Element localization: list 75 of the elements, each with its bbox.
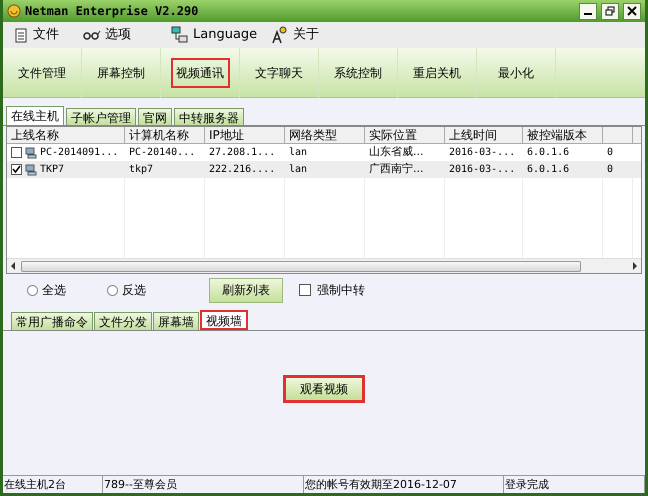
table-cell-text: 27.208.1... bbox=[209, 146, 276, 160]
status-text: 789--至尊会员 bbox=[103, 476, 304, 493]
tab[interactable]: 中转服务器 bbox=[174, 108, 244, 125]
column-header[interactable]: 网络类型 bbox=[285, 127, 365, 143]
menu-item[interactable]: Language bbox=[167, 25, 267, 45]
column-header[interactable]: 计算机名称 bbox=[125, 127, 205, 143]
app-icon bbox=[7, 4, 21, 18]
column-header[interactable]: 被控端版本 bbox=[523, 127, 603, 143]
scroll-left-icon[interactable] bbox=[9, 262, 17, 270]
maximize-icon bbox=[605, 6, 615, 16]
toolbar-button[interactable]: 最小化 bbox=[477, 48, 556, 98]
column-header[interactable]: 上线时间 bbox=[445, 127, 523, 143]
table-cell-text: 2016-03-... bbox=[449, 146, 516, 160]
tab[interactable]: 官网 bbox=[138, 108, 172, 125]
column-header[interactable]: 上线名称 bbox=[7, 127, 125, 143]
tab[interactable]: 视频墙 bbox=[200, 310, 248, 330]
toolbar-button[interactable]: 视频通讯 bbox=[161, 48, 240, 98]
status-text: 登录完成 bbox=[504, 476, 645, 493]
force-relay-option[interactable]: 强制中转 bbox=[299, 281, 365, 299]
status-text: 您的帐号有效期至2016-12-07 bbox=[304, 476, 504, 493]
toolbar-button[interactable]: 屏幕控制 bbox=[82, 48, 161, 98]
table-row[interactable]: TKP7 tkp7 222.216.... lan 广西南宁... 2016-03-... 6.0.1.6 0 bbox=[7, 161, 641, 178]
computer-icon bbox=[25, 146, 37, 158]
tab[interactable]: 子帐户管理 bbox=[66, 108, 136, 125]
scroll-right-icon[interactable] bbox=[631, 262, 639, 270]
checkbox[interactable] bbox=[299, 284, 311, 296]
table-cell-text: PC-20140... bbox=[129, 146, 196, 160]
table-cell-text: lan bbox=[289, 163, 308, 177]
radio-button[interactable] bbox=[27, 284, 38, 296]
watch-video-button[interactable]: 观看视频 bbox=[283, 375, 365, 403]
table-cell-text: 222.216.... bbox=[209, 163, 276, 177]
tab[interactable]: 屏幕墙 bbox=[153, 312, 199, 330]
checkbox[interactable] bbox=[11, 147, 22, 158]
checkbox[interactable] bbox=[11, 164, 22, 175]
radio-option[interactable]: 全选 bbox=[27, 281, 107, 299]
table-cell-text: 山东省威... bbox=[369, 144, 424, 160]
refresh-button[interactable]: 刷新列表 bbox=[209, 278, 283, 302]
column-header[interactable]: 实际位置 bbox=[365, 127, 445, 143]
table-cell-text: 6.0.1.6 bbox=[527, 146, 570, 160]
column-header[interactable]: IP地址 bbox=[205, 127, 285, 143]
toolbar-button[interactable]: 系统控制 bbox=[319, 48, 398, 98]
table-cell-text: lan bbox=[289, 146, 308, 160]
document-icon bbox=[13, 27, 29, 43]
tab[interactable]: 在线主机 bbox=[6, 106, 64, 125]
table-cell-text: 2016-03-... bbox=[449, 163, 516, 177]
radio-button[interactable] bbox=[107, 284, 118, 296]
table-cell-text: TKP7 bbox=[40, 163, 64, 177]
minimize-button[interactable] bbox=[579, 2, 597, 20]
scrollbar-thumb[interactable] bbox=[21, 260, 581, 272]
menu-item[interactable]: 文件 bbox=[9, 25, 79, 45]
computer-icon bbox=[25, 164, 37, 176]
table-cell-text: 广西南宁... bbox=[369, 161, 424, 178]
tab[interactable]: 常用广播命令 bbox=[11, 312, 93, 330]
window-title: Netman Enterprise V2.290 bbox=[25, 3, 200, 20]
minimize-icon bbox=[584, 13, 592, 15]
font-icon bbox=[271, 26, 289, 44]
menu-item[interactable]: 选项 bbox=[79, 25, 167, 45]
toolbar-button[interactable]: 文件管理 bbox=[3, 48, 82, 98]
table-cell-text: 0 bbox=[607, 146, 614, 160]
table-cell-text: 6.0.1.6 bbox=[527, 163, 570, 177]
menu-item[interactable]: 关于 bbox=[267, 25, 347, 45]
close-icon bbox=[627, 6, 637, 16]
maximize-button[interactable] bbox=[601, 2, 619, 20]
status-text: 在线主机2台 bbox=[3, 476, 103, 493]
toolbar-button[interactable]: 文字聊天 bbox=[240, 48, 319, 98]
close-button[interactable] bbox=[623, 2, 641, 20]
tab[interactable]: 文件分发 bbox=[94, 312, 152, 330]
horizontal-scrollbar[interactable] bbox=[7, 258, 641, 273]
glasses-icon bbox=[83, 29, 101, 41]
radio-option[interactable]: 反选 bbox=[107, 281, 187, 299]
toolbar-button[interactable]: 重启关机 bbox=[398, 48, 477, 98]
table-cell-text: PC-2014091... bbox=[40, 146, 118, 160]
table-cell-text: tkp7 bbox=[129, 163, 154, 177]
network-icon bbox=[171, 26, 189, 44]
table-cell-text: 0 bbox=[607, 163, 614, 177]
